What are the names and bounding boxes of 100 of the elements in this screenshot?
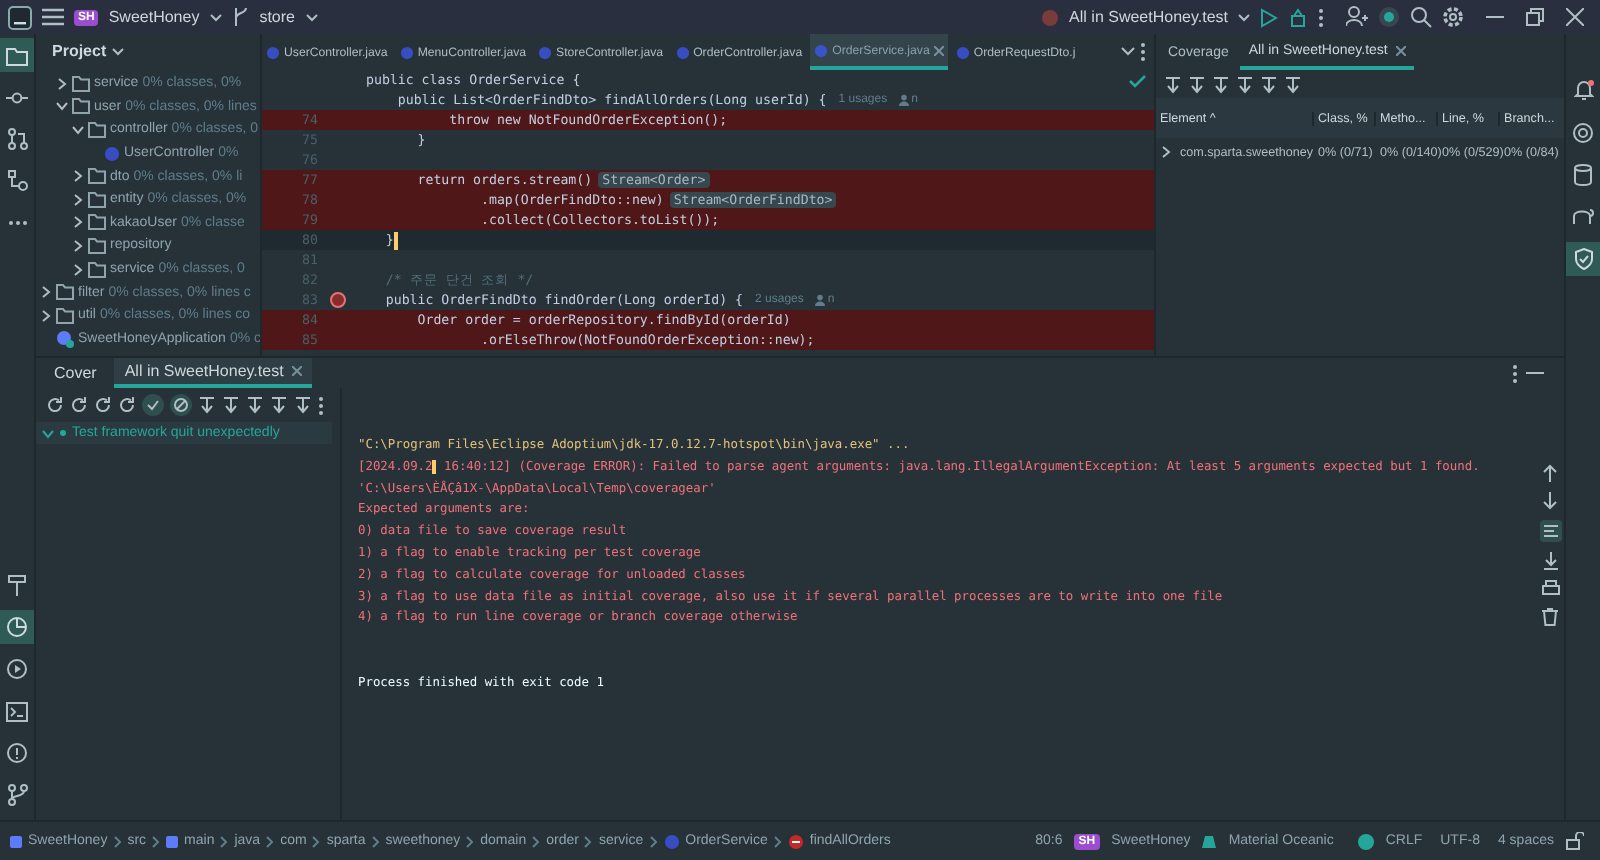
trash-icon[interactable] [1542, 608, 1558, 626]
chevron-icon[interactable] [40, 309, 52, 322]
bullet-icon [60, 430, 66, 436]
toolbar-icon[interactable] [246, 396, 264, 414]
chevron-icon [266, 835, 275, 847]
chevron-icon[interactable] [42, 427, 54, 439]
unlock-icon[interactable] [1566, 832, 1584, 850]
class-icon [266, 45, 280, 59]
panel-tab[interactable]: All in SweetHoney.test [114, 358, 312, 388]
chevron-icon [312, 835, 321, 847]
chevron-icon[interactable] [72, 193, 84, 206]
status-dot-icon[interactable] [1378, 6, 1400, 28]
arrow-up-icon[interactable] [1542, 464, 1558, 482]
chevron-icon[interactable] [56, 100, 68, 113]
chevron-icon[interactable] [40, 286, 52, 299]
class-icon [675, 45, 690, 59]
rerun-icon[interactable] [46, 396, 64, 414]
person-icon [813, 294, 826, 306]
status-dot-icon[interactable] [1357, 833, 1374, 849]
chevron-down-icon[interactable] [1238, 13, 1250, 21]
close-icon[interactable] [1566, 8, 1584, 26]
toolbar-icon[interactable] [294, 396, 312, 414]
toolbar-icon[interactable] [222, 396, 240, 414]
menu-icon[interactable] [42, 8, 64, 26]
shield-icon [1573, 248, 1593, 270]
more-icon[interactable] [1512, 363, 1518, 383]
chevron-icon[interactable] [72, 216, 84, 229]
chevron-icon [220, 835, 229, 847]
person-icon [897, 94, 910, 106]
coverage-tool-button[interactable] [0, 610, 34, 644]
close-icon[interactable] [291, 366, 302, 376]
toolbar-icon[interactable] [198, 396, 216, 414]
method-icon [787, 833, 804, 849]
shield-tool-button[interactable] [1566, 242, 1600, 276]
class-icon [104, 145, 120, 162]
close-icon[interactable] [933, 45, 944, 55]
rerun-icon[interactable] [70, 396, 88, 414]
toolbar-icon[interactable] [1212, 75, 1230, 93]
chevron-icon[interactable] [72, 123, 84, 136]
branch-selector[interactable]: store [259, 8, 295, 26]
chevron-icon[interactable] [1160, 146, 1172, 158]
theme-icon [1202, 835, 1217, 847]
chevron-icon[interactable] [72, 239, 84, 252]
branch-icon [231, 6, 250, 28]
project-selector[interactable]: SweetHoney [108, 8, 200, 26]
chevron-down-icon[interactable] [305, 13, 317, 21]
close-icon[interactable] [1395, 45, 1406, 55]
folder-icon [6, 45, 28, 65]
chevron-icon [466, 835, 475, 847]
chevron-icon [152, 835, 161, 847]
warning-icon [6, 742, 28, 764]
check-icon[interactable] [142, 394, 164, 416]
print-icon[interactable] [1541, 580, 1559, 598]
restore-icon[interactable] [1526, 8, 1544, 26]
database-icon [1574, 164, 1592, 186]
arrow-down-icon[interactable] [1542, 492, 1558, 510]
hammer-icon [8, 574, 26, 596]
chevron-icon [584, 835, 593, 847]
chevron-icon [773, 835, 782, 847]
toolbar-icon[interactable] [1284, 75, 1302, 93]
debug-icon[interactable] [1288, 7, 1308, 27]
spiral-icon [1572, 122, 1594, 144]
toolbar-icon[interactable] [1260, 75, 1278, 93]
play-circle-icon [6, 658, 28, 680]
more-icon[interactable] [318, 395, 324, 415]
pie-icon [6, 616, 28, 638]
chevron-icon[interactable] [72, 263, 84, 276]
more-icon[interactable] [1318, 7, 1324, 27]
chevron-icon[interactable] [72, 170, 84, 183]
toolbar-icon[interactable] [1188, 75, 1206, 93]
toolbar-icon[interactable] [1236, 75, 1254, 93]
chevron-icon [113, 835, 122, 847]
class-icon [955, 45, 970, 59]
chevron-down-icon[interactable] [1120, 46, 1136, 58]
gutter-marker-icon[interactable] [330, 292, 346, 308]
scroll-to-end-icon[interactable] [1541, 552, 1559, 570]
search-icon[interactable] [1410, 6, 1432, 28]
run-config-selector[interactable]: All in SweetHoney.test [1069, 8, 1228, 26]
project-panel-title[interactable]: Project [52, 42, 107, 60]
ban-icon[interactable] [170, 394, 192, 416]
settings-icon[interactable] [1442, 6, 1464, 28]
terminal-icon [6, 701, 28, 721]
chevron-icon[interactable] [56, 77, 68, 90]
app-logo-icon[interactable] [8, 5, 32, 29]
branch-icon [7, 784, 27, 806]
project-tool-button[interactable] [0, 38, 34, 72]
add-user-icon[interactable] [1346, 6, 1368, 28]
chevron-icon [532, 835, 541, 847]
toolbar-icon[interactable] [270, 396, 288, 414]
more-icon[interactable] [1140, 42, 1146, 62]
class-icon [663, 833, 680, 849]
chevron-icon [371, 835, 380, 847]
panel-tab[interactable]: Cover [44, 358, 107, 388]
chevron-down-icon[interactable] [209, 13, 222, 21]
run-icon[interactable] [1260, 7, 1278, 27]
rerun-icon[interactable] [94, 396, 112, 414]
soft-wrap-icon[interactable] [1539, 520, 1561, 542]
toolbar-icon[interactable] [1164, 75, 1182, 93]
rerun-icon[interactable] [118, 396, 136, 414]
chevron-down-icon[interactable] [112, 47, 125, 55]
